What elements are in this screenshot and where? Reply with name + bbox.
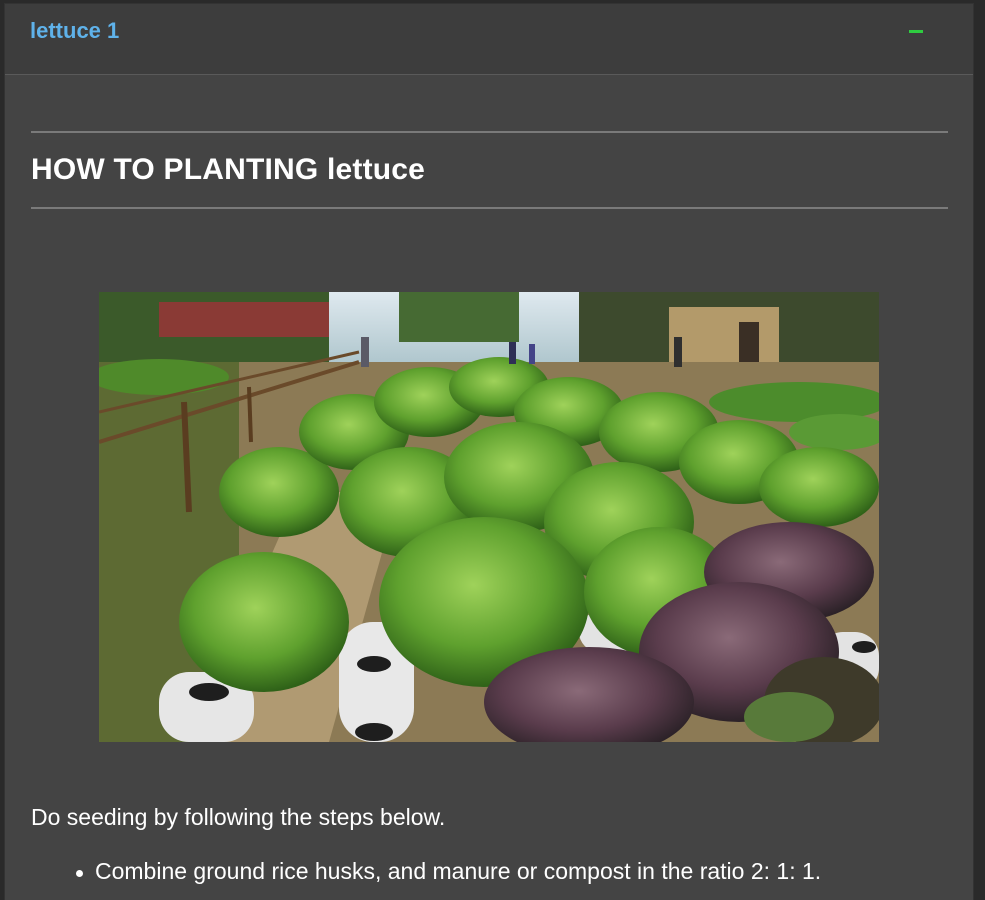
panel-title-link[interactable]: lettuce 1 [30, 18, 119, 44]
content-panel: lettuce 1 HOW TO PLANTING lettuce Do see… [5, 4, 973, 900]
steps-list: Combine ground rice husks, and manure or… [31, 858, 821, 885]
panel-header[interactable]: lettuce 1 [5, 4, 973, 75]
lettuce-photo [99, 292, 879, 742]
step-text: Combine ground rice husks, and manure or… [95, 858, 822, 884]
bullet-icon [76, 870, 83, 877]
page-title: HOW TO PLANTING lettuce [31, 153, 426, 186]
heading-rule-bottom [31, 207, 948, 209]
intro-text: Do seeding by following the steps below. [31, 804, 446, 830]
heading-rule-top [31, 131, 948, 133]
minus-icon[interactable] [909, 30, 923, 33]
list-item: Combine ground rice husks, and manure or… [31, 858, 821, 885]
photo-hydroponic-lettuce-icon [99, 292, 879, 742]
